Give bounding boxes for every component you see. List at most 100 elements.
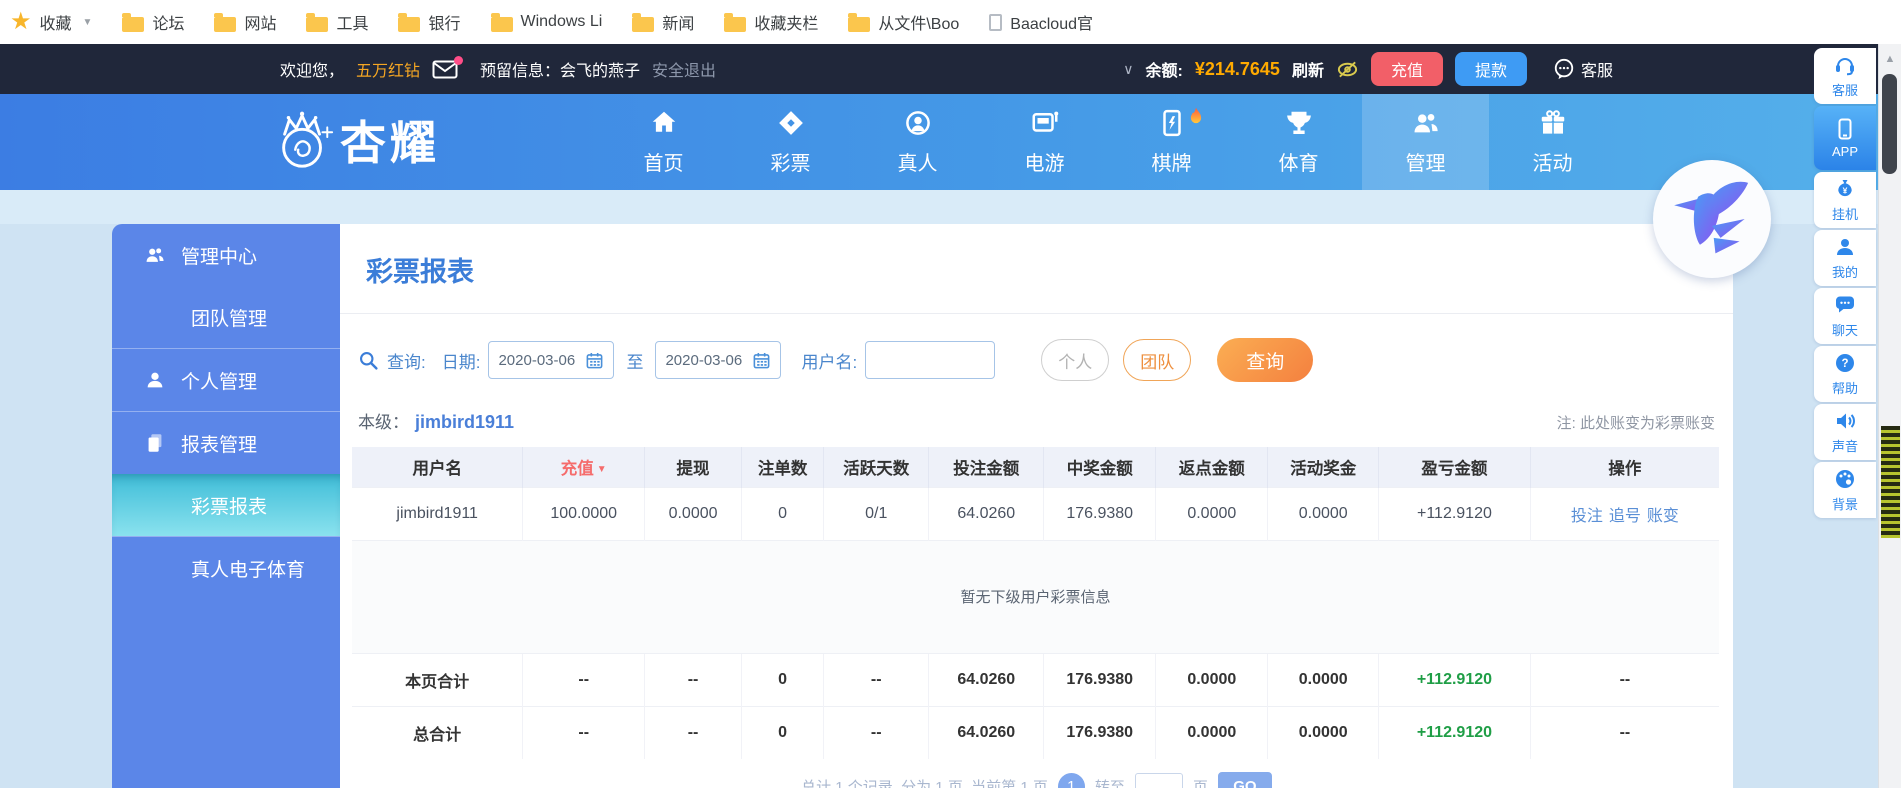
- message-button[interactable]: [432, 55, 464, 79]
- toolbar-customer-service[interactable]: 客服: [1814, 48, 1876, 104]
- username-input[interactable]: [865, 341, 996, 379]
- page-total-row: 本页合计 -- -- 0 -- 64.0260 176.9380 0.0000 …: [352, 652, 1719, 706]
- logout-button[interactable]: 安全退出: [652, 57, 716, 81]
- col-recharge[interactable]: 充值 ▼: [522, 447, 645, 487]
- col-rebate-amount: 返点金额: [1155, 447, 1268, 487]
- level-username[interactable]: jimbird1911: [415, 412, 514, 433]
- recharge-button[interactable]: 充值: [1370, 52, 1443, 86]
- empty-message: 暂无下级用户彩票信息: [352, 539, 1719, 653]
- nav-item-promotions[interactable]: 活动: [1489, 94, 1616, 190]
- withdraw-button[interactable]: 提款: [1454, 52, 1527, 86]
- personal-button[interactable]: 个人: [1041, 339, 1110, 381]
- search-icon: [360, 351, 378, 370]
- balance-value: ¥214.7645: [1194, 58, 1280, 79]
- account-change-link[interactable]: 账变: [1647, 508, 1679, 525]
- grand-total-label: 总合计: [352, 705, 523, 759]
- date-to-input[interactable]: 2020-03-06: [655, 341, 782, 379]
- toolbar-auto-bet[interactable]: ¥ 挂机: [1814, 172, 1876, 228]
- right-toolbar: 客服 APP ¥ 挂机 我的 聊天 ? 帮助 声音 背景: [1814, 48, 1876, 518]
- report-icon: [148, 434, 162, 452]
- refresh-button[interactable]: 刷新: [1292, 57, 1324, 81]
- welcome-text: 欢迎您，: [280, 63, 345, 80]
- nav-item-slot-games[interactable]: 电游: [981, 94, 1108, 190]
- bookmark-item[interactable]: Baacloud官: [989, 10, 1093, 34]
- topbar-left: 欢迎您， 五万红钻 预留信息：会飞的燕子 安全退出: [280, 55, 716, 81]
- toolbar-sound[interactable]: 声音: [1814, 404, 1876, 460]
- bookmark-item[interactable]: 从文件\Boo: [848, 10, 959, 34]
- search-button[interactable]: 查询: [1217, 338, 1314, 382]
- toolbar-background[interactable]: 背景: [1814, 462, 1876, 518]
- folder-icon: [724, 12, 747, 32]
- nav-item-chess-cards[interactable]: 棋牌: [1108, 94, 1235, 190]
- query-bar: 查询: 日期: 2020-03-06 至 2020-03-06 用户名: 个人 …: [358, 338, 1733, 382]
- toolbar-mine[interactable]: 我的: [1814, 230, 1876, 286]
- chevron-down-icon[interactable]: ∨: [1123, 61, 1133, 78]
- sports-icon: [1286, 111, 1311, 134]
- sidebar-item-live-esports[interactable]: 真人电子体育: [112, 537, 340, 599]
- reserved-info: 预留信息：会飞的燕子: [480, 63, 641, 80]
- account-topbar: 欢迎您， 五万红钻 预留信息：会飞的燕子 安全退出 ∨ 余额: ¥214.764…: [0, 44, 1901, 94]
- sidebar-item-manage-center[interactable]: 管理中心: [112, 224, 340, 286]
- bird-widget[interactable]: [1653, 160, 1771, 278]
- account-note: 注: 此处账变为彩票账变: [1556, 415, 1715, 432]
- sidebar-item-lottery-report[interactable]: 彩票报表: [112, 474, 340, 536]
- content-card: 彩票报表 查询: 日期: 2020-03-06 至 2020-03-06 用户名…: [340, 224, 1733, 788]
- report-table: 用户名 充值 ▼ 提现 注单数 活跃天数 投注金额 中奖金额 返点金额 活动奖金 …: [352, 447, 1719, 759]
- sidebar: 管理中心 团队管理 个人管理 报表管理 彩票报表 真人电子体育: [112, 224, 340, 788]
- search-label: 查询:: [387, 352, 426, 372]
- customer-service-icon: [1836, 58, 1854, 76]
- folder-icon: [122, 12, 145, 32]
- nav-item-lottery[interactable]: 彩票: [727, 94, 854, 190]
- bookmark-item[interactable]: 工具: [306, 10, 368, 34]
- sidebar-item-personal-manage[interactable]: 个人管理: [112, 349, 340, 411]
- goto-page-input[interactable]: [1134, 773, 1183, 788]
- sidebar-item-report-manage[interactable]: 报表管理: [112, 412, 340, 474]
- toolbar-help[interactable]: ? 帮助: [1814, 346, 1876, 402]
- nav-item-live-casino[interactable]: 真人: [854, 94, 981, 190]
- brand-logo[interactable]: 杏耀: [272, 107, 440, 173]
- date-label: 日期:: [441, 352, 481, 372]
- topbar-right: ∨ 余额: ¥214.7645 刷新 充值 提款 客服: [1123, 52, 1613, 86]
- chase-action-link[interactable]: 追号: [1609, 508, 1641, 525]
- hummingbird-icon: [1674, 181, 1749, 254]
- row-actions: 投注 追号 账变: [1529, 486, 1719, 540]
- hot-flame-icon: [1187, 107, 1205, 134]
- date-from-input[interactable]: 2020-03-06: [488, 341, 615, 379]
- row-username-link[interactable]: jimbird1911: [352, 486, 523, 540]
- chat-icon: [1836, 296, 1854, 313]
- bookmark-item[interactable]: 银行: [398, 10, 461, 34]
- bookmarks-bar: ★ 收藏 ▼ 论坛 网站 工具 银行 Windows Li 新闻 收藏夹栏 从文…: [0, 0, 1901, 44]
- eye-off-button[interactable]: [1336, 60, 1359, 79]
- brand-name: 杏耀: [340, 117, 440, 169]
- bookmark-item[interactable]: Windows Li: [490, 12, 602, 32]
- page-number-button[interactable]: 1: [1057, 773, 1085, 788]
- nav-item-manage[interactable]: 管理: [1362, 94, 1489, 190]
- toolbar-app[interactable]: APP: [1814, 106, 1876, 170]
- scrollbar-marker: [1881, 426, 1900, 538]
- title-divider: [340, 313, 1733, 314]
- bet-action-link[interactable]: 投注: [1571, 508, 1603, 525]
- go-button[interactable]: GO: [1217, 772, 1272, 788]
- grand-total-row: 总合计 -- -- 0 -- 64.0260 176.9380 0.0000 0…: [352, 705, 1719, 759]
- bookmark-item[interactable]: 收藏夹栏: [724, 10, 818, 34]
- promotions-icon: [1541, 110, 1564, 134]
- sidebar-item-team-manage[interactable]: 团队管理: [112, 286, 340, 348]
- bookmark-item[interactable]: 论坛: [122, 10, 184, 34]
- balance-label: 余额:: [1145, 63, 1183, 80]
- toolbar-chat[interactable]: 聊天: [1814, 288, 1876, 344]
- nav-item-home[interactable]: 首页: [600, 94, 727, 190]
- browser-scrollbar[interactable]: ▲: [1878, 44, 1901, 788]
- crown-emblem-icon: [282, 111, 334, 168]
- team-button[interactable]: 团队: [1123, 339, 1192, 381]
- empty-message-row: 暂无下级用户彩票信息: [352, 539, 1719, 653]
- scroll-up-arrow[interactable]: ▲: [1879, 53, 1901, 65]
- nav-item-sports[interactable]: 体育: [1235, 94, 1362, 190]
- favorites-menu[interactable]: ★ 收藏 ▼: [10, 10, 92, 34]
- pagination-summary: 总计 1 个记录, 分为 1 页, 当前第 1 页: [801, 779, 1048, 788]
- favorites-label: 收藏: [39, 16, 72, 33]
- bookmark-item[interactable]: 新闻: [632, 10, 694, 34]
- scrollbar-thumb[interactable]: [1882, 74, 1897, 174]
- page-unit-label: 页: [1192, 779, 1208, 788]
- customer-service-button[interactable]: 客服: [1553, 57, 1613, 81]
- bookmark-item[interactable]: 网站: [214, 10, 276, 34]
